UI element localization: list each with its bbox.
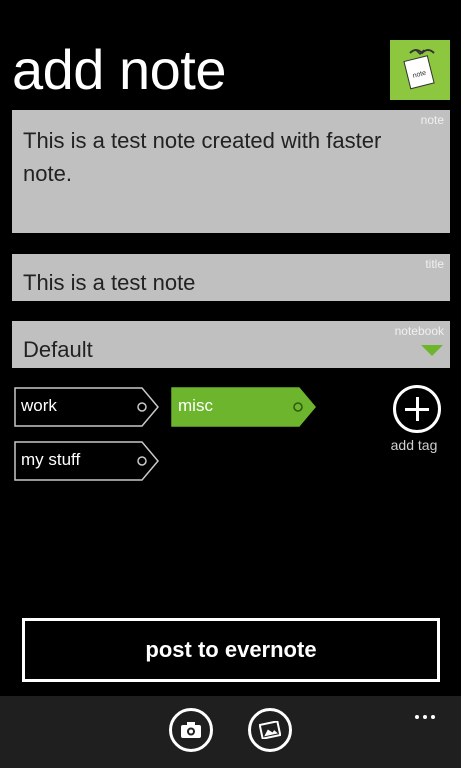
dropdown-arrow-icon[interactable] — [421, 345, 443, 356]
ellipsis-icon[interactable] — [415, 706, 439, 719]
add-tag-button[interactable]: add tag — [391, 385, 443, 453]
post-to-evernote-button[interactable]: post to evernote — [22, 618, 440, 682]
tag-my-stuff[interactable]: my stuff — [14, 441, 160, 481]
page-title: add note — [12, 38, 226, 101]
note-field-label: note — [420, 113, 444, 127]
tag-label: my stuff — [21, 450, 81, 469]
photo-library-button[interactable] — [248, 708, 292, 752]
tag-label: work — [21, 396, 57, 415]
tag-hole-icon — [137, 456, 147, 466]
add-tag-label: add tag — [390, 437, 438, 453]
note-field-value[interactable]: This is a test note created with faster … — [23, 124, 410, 190]
title-field[interactable]: title This is a test note — [12, 254, 450, 301]
tag-label: misc — [178, 396, 213, 415]
notebook-field-label: notebook — [394, 324, 444, 338]
tag-work[interactable]: work — [14, 387, 160, 427]
note-app-icon: note — [390, 40, 450, 100]
camera-icon — [181, 722, 201, 738]
plus-circle-icon[interactable] — [393, 385, 441, 433]
camera-button[interactable] — [169, 708, 213, 752]
tag-hole-icon — [137, 402, 147, 412]
title-field-value[interactable]: This is a test note — [23, 266, 195, 299]
notebook-select-value[interactable]: Default — [23, 333, 93, 366]
title-field-label: title — [425, 257, 444, 271]
tag-misc[interactable]: misc — [171, 387, 317, 427]
notebook-select[interactable]: notebook Default — [12, 321, 450, 368]
photo-library-icon — [259, 721, 281, 739]
note-field[interactable]: note This is a test note created with fa… — [12, 110, 450, 233]
app-bar — [0, 696, 461, 768]
